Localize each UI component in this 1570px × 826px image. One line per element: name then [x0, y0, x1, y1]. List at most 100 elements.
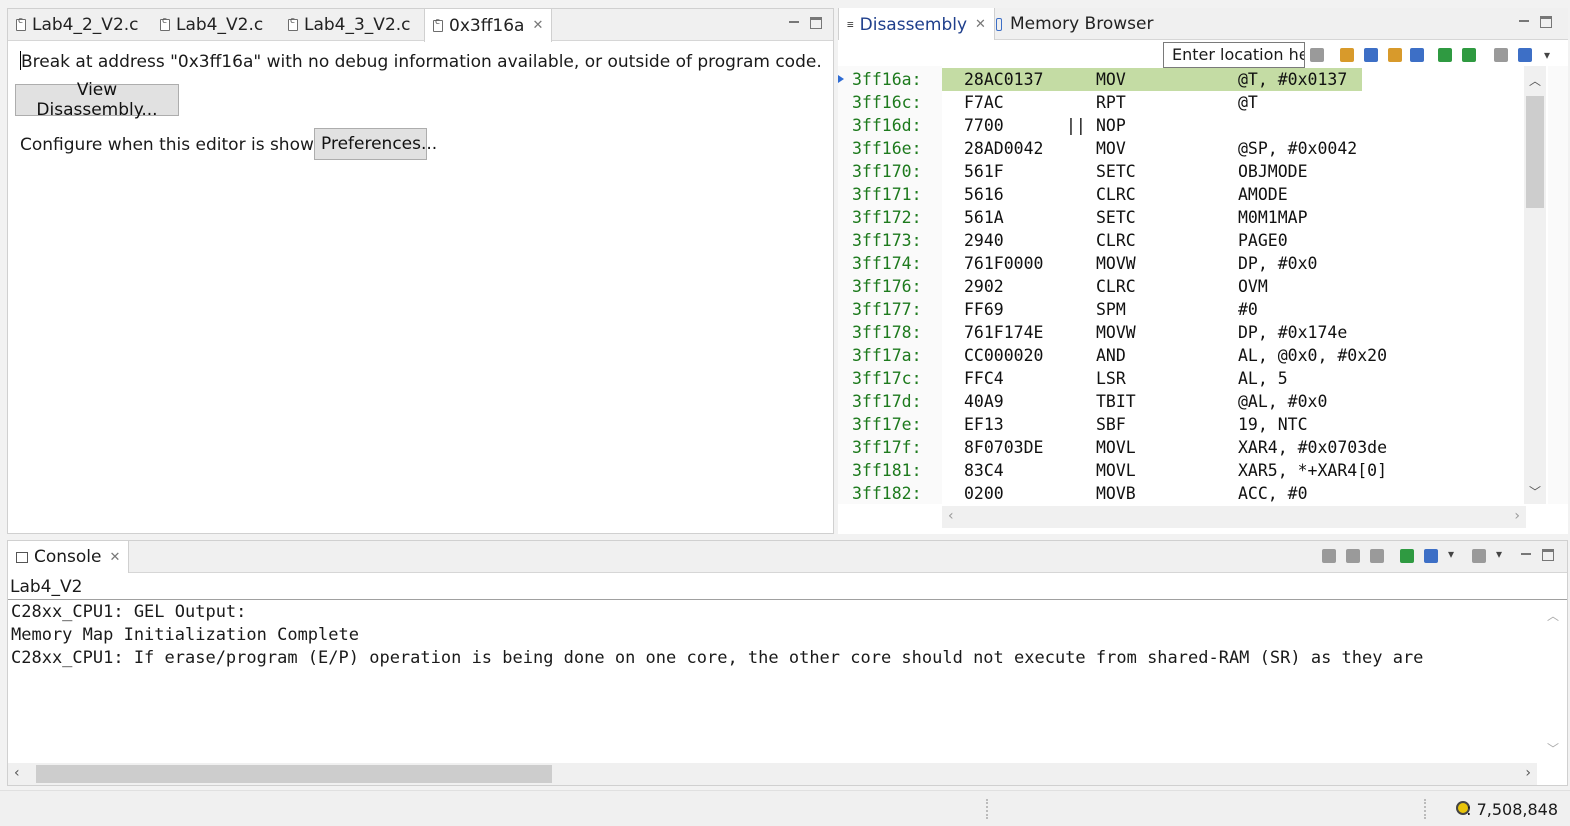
console-output[interactable]: C28xx_CPU1: GEL Output: Memory Map Initi… — [11, 601, 1537, 761]
disassembly-line[interactable]: 3ff173: 2940 CLRC PAGE0 — [838, 229, 1526, 252]
minimize-icon[interactable] — [1518, 16, 1530, 28]
minimize-icon[interactable] — [1520, 549, 1532, 561]
close-icon[interactable]: ✕ — [975, 17, 986, 32]
line-operands: @AL, #0x0 — [1238, 392, 1328, 411]
line-opcode: F7AC — [964, 93, 1004, 112]
pin-icon[interactable] — [1518, 48, 1532, 62]
console-horizontal-scrollbar[interactable]: ‹ › — [8, 763, 1537, 785]
maximize-icon[interactable] — [1540, 16, 1552, 28]
scroll-thumb[interactable] — [1526, 96, 1544, 208]
status-bar: : 7,508,848 — [0, 790, 1570, 826]
console-line: C28xx_CPU1: GEL Output: — [11, 602, 247, 622]
line-mnemonic: MOV — [1096, 139, 1126, 158]
home-icon[interactable] — [1364, 48, 1378, 62]
scroll-thumb[interactable] — [36, 765, 552, 783]
view-menu-icon[interactable]: ▾ — [1544, 48, 1558, 62]
tab-lab4-3-v2[interactable]: Lab4_3_V2.c — [280, 9, 419, 41]
tab-disassembly[interactable]: ≡ Disassembly ✕ — [838, 8, 995, 41]
console-vertical-scrollbar[interactable]: ︿ ﹀ — [1539, 601, 1567, 761]
line-operands: 19, NTC — [1238, 415, 1308, 434]
disassembly-horizontal-scrollbar[interactable]: ‹ › — [942, 506, 1526, 528]
disassembly-line[interactable]: 3ff172: 561A SETC M0M1MAP — [838, 206, 1526, 229]
line-address: 3ff16d: — [852, 116, 922, 135]
disassembly-line[interactable]: 3ff176: 2902 CLRC OVM — [838, 275, 1526, 298]
close-icon[interactable]: ✕ — [532, 18, 543, 33]
line-operands: XAR5, *+XAR4[0] — [1238, 461, 1388, 480]
scroll-right-icon[interactable]: › — [1525, 765, 1531, 781]
disassembly-line[interactable]: 3ff16e: 28AD0042 MOV @SP, #0x0042 — [838, 137, 1526, 160]
line-highlight — [942, 91, 1362, 114]
disassembly-line[interactable]: 3ff177: FF69 SPM #0 — [838, 298, 1526, 321]
line-opcode: 5616 — [964, 185, 1004, 204]
back-icon[interactable] — [1340, 48, 1354, 62]
step-over-icon[interactable] — [1438, 48, 1452, 62]
disassembly-line[interactable]: 3ff17c: FFC4 LSR AL, 5 — [838, 367, 1526, 390]
c-file-icon — [160, 16, 170, 31]
new-view-icon[interactable] — [1494, 48, 1508, 62]
line-operands: AL, @0x0, #0x20 — [1238, 346, 1388, 365]
link-with-pc-icon[interactable] — [1388, 48, 1402, 62]
line-highlight — [942, 298, 1362, 321]
scroll-down-icon[interactable]: ﹀ — [1529, 483, 1541, 500]
line-address: 3ff176: — [852, 277, 922, 296]
clear-console-icon[interactable] — [1322, 549, 1336, 563]
tab-label: Memory Browser — [1010, 14, 1154, 34]
tab-label: Lab4_2_V2.c — [32, 15, 139, 35]
disassembly-line[interactable]: 3ff17f: 8F0703DE MOVL XAR4, #0x0703de — [838, 436, 1526, 459]
line-highlight — [942, 229, 1362, 252]
line-operands: #0 — [1238, 300, 1258, 319]
tab-lab4-v2[interactable]: Lab4_V2.c — [152, 9, 271, 41]
tab-0x3ff16a[interactable]: 0x3ff16a ✕ — [424, 9, 553, 42]
go-icon[interactable] — [1310, 48, 1324, 62]
line-highlight — [942, 114, 1362, 137]
pin-console-icon[interactable] — [1400, 549, 1414, 563]
disassembly-line[interactable]: 3ff17a: CC000020 AND AL, @0x0, #0x20 — [838, 344, 1526, 367]
disassembly-listing[interactable]: 3ff16a: 28AC0137 MOV @T, #0x0137 3ff16c: F7AC… — [838, 66, 1526, 504]
scroll-up-icon[interactable]: ︿ — [1547, 607, 1559, 624]
maximize-icon[interactable] — [1542, 549, 1554, 561]
disassembly-line[interactable]: 3ff16d: 7700 || NOP — [838, 114, 1526, 137]
console-dropdown-icon[interactable]: ▾ — [1448, 547, 1454, 561]
disassembly-line[interactable]: 3ff17d: 40A9 TBIT @AL, #0x0 — [838, 390, 1526, 413]
open-console-icon[interactable] — [1472, 549, 1486, 563]
close-icon[interactable]: ✕ — [110, 550, 121, 565]
disassembly-line[interactable]: 3ff16c: F7AC RPT @T — [838, 91, 1526, 114]
minimize-icon[interactable] — [788, 17, 800, 29]
tab-console[interactable]: Console ✕ — [8, 541, 130, 573]
view-disassembly-button[interactable]: View Disassembly... — [15, 80, 179, 120]
show-source-icon[interactable] — [1410, 48, 1424, 62]
word-wrap-icon[interactable] — [1370, 549, 1384, 563]
location-input[interactable]: Enter location he — [1163, 42, 1305, 68]
disassembly-line[interactable]: 3ff170: 561F SETC OBJMODE — [838, 160, 1526, 183]
disassembly-vertical-scrollbar[interactable]: ︿ ﹀ — [1524, 66, 1546, 504]
tab-lab4-2-v2[interactable]: Lab4_2_V2.c — [8, 9, 147, 41]
disassembly-line[interactable]: 3ff171: 5616 CLRC AMODE — [838, 183, 1526, 206]
disassembly-line[interactable]: 3ff181: 83C4 MOVL XAR5, *+XAR4[0] — [838, 459, 1526, 482]
scroll-right-icon[interactable]: › — [1514, 508, 1520, 524]
disassembly-line[interactable]: 3ff178: 761F174E MOVW DP, #0x174e — [838, 321, 1526, 344]
line-opcode: 28AD0042 — [964, 139, 1044, 158]
disassembly-line[interactable]: 3ff182: 0200 MOVB ACC, #0 — [838, 482, 1526, 504]
line-address: 3ff171: — [852, 185, 922, 204]
disassembly-line[interactable]: 3ff17e: EF13 SBF 19, NTC — [838, 413, 1526, 436]
disassembly-icon: ≡ — [847, 18, 854, 31]
line-address: 3ff177: — [852, 300, 922, 319]
maximize-icon[interactable] — [810, 17, 822, 29]
disassembly-line[interactable]: 3ff174: 761F0000 MOVW DP, #0x0 — [838, 252, 1526, 275]
open-console-dropdown-icon[interactable]: ▾ — [1496, 547, 1502, 561]
line-mnemonic: CLRC — [1096, 185, 1136, 204]
tab-label: 0x3ff16a — [449, 15, 525, 36]
scroll-left-icon[interactable]: ‹ — [948, 508, 954, 524]
disassembly-line-current[interactable]: 3ff16a: 28AC0137 MOV @T, #0x0137 — [838, 68, 1526, 91]
scroll-lock-icon[interactable] — [1346, 549, 1360, 563]
display-console-icon[interactable] — [1424, 549, 1438, 563]
step-return-icon[interactable] — [1462, 48, 1476, 62]
scroll-left-icon[interactable]: ‹ — [14, 765, 20, 781]
line-address: 3ff17c: — [852, 369, 922, 388]
tab-memory-browser[interactable]: Memory Browser — [988, 8, 1161, 40]
scroll-down-icon[interactable]: ﹀ — [1547, 740, 1559, 757]
tab-label: Lab4_3_V2.c — [304, 15, 411, 35]
line-mnemonic: MOVL — [1096, 438, 1136, 457]
preferences-button[interactable]: Preferences... — [314, 128, 437, 160]
scroll-up-icon[interactable]: ︿ — [1529, 72, 1541, 89]
